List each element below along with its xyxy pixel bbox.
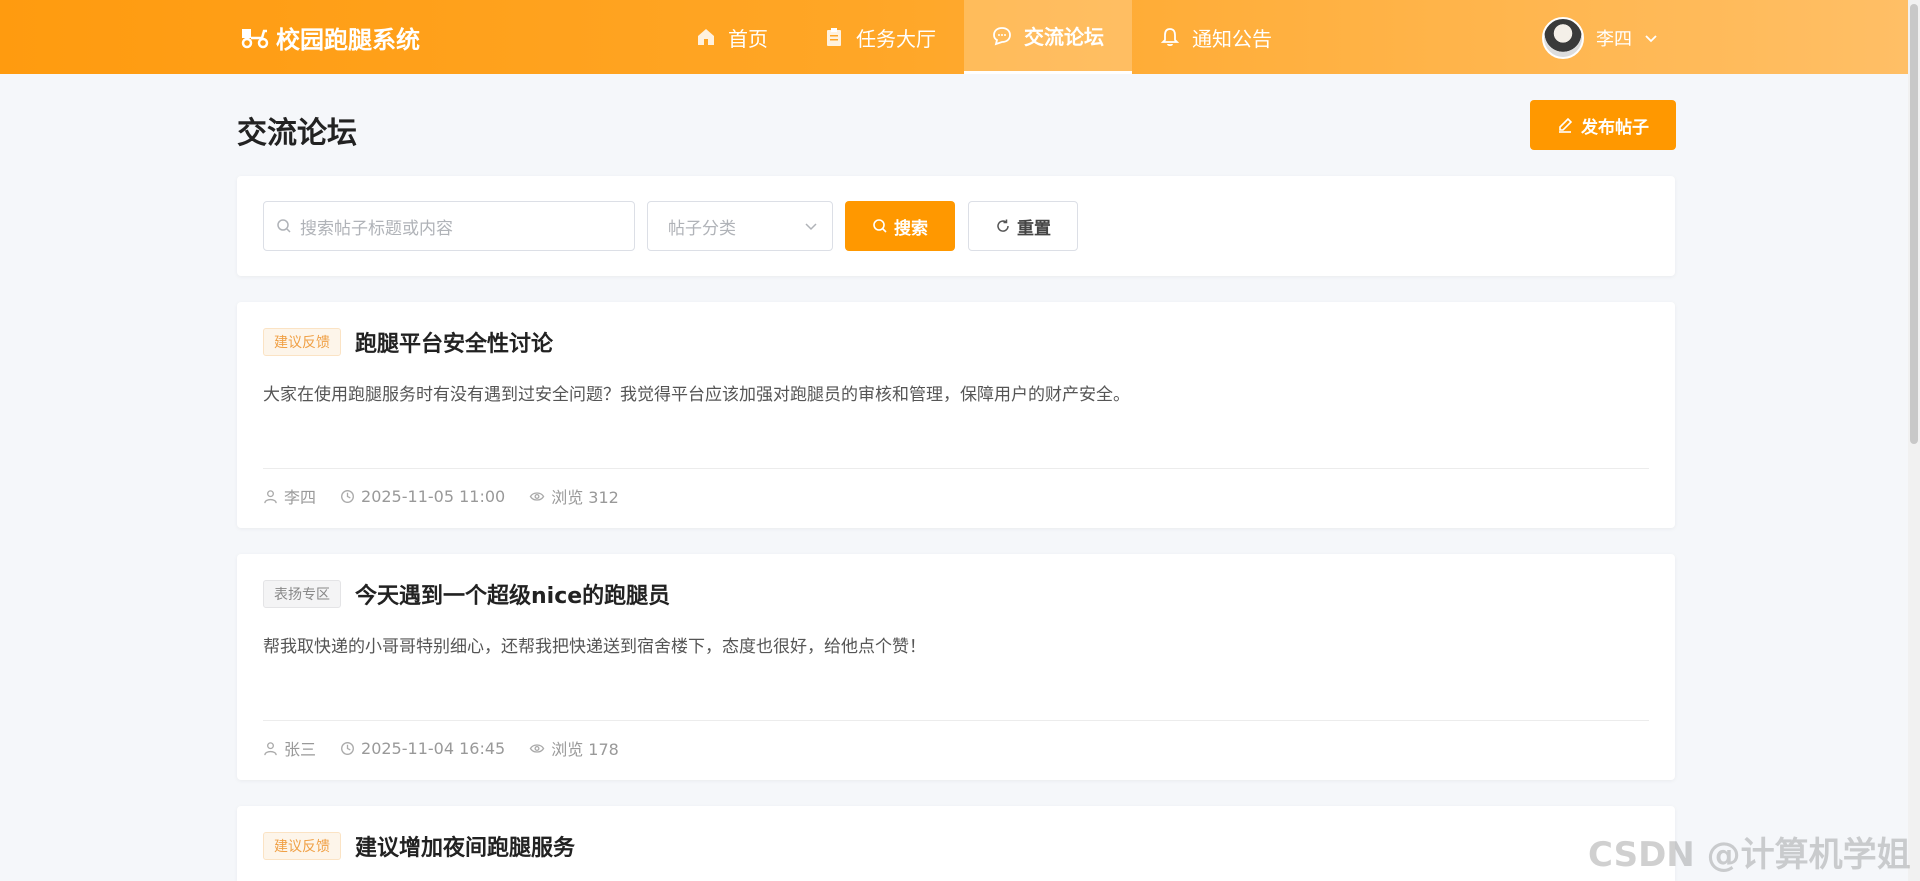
reset-button[interactable]: 重置 [968,201,1078,251]
category-select[interactable]: 帖子分类 [647,201,833,251]
chat-bubble-icon [993,26,1011,45]
watermark: CSDN @计算机学姐 [1588,835,1911,875]
page-title: 交流论坛 [237,116,357,151]
reset-label: 重置 [1017,218,1051,239]
edit-icon [1559,117,1573,133]
publish-post-button[interactable]: 发布帖子 [1530,100,1676,150]
nav-notices[interactable]: 通知公告 [1132,0,1300,74]
search-button[interactable]: 搜索 [845,201,955,251]
post-excerpt: 帮我取快递的小哥哥特别细心，还帮我把快递送到宿舍楼下，态度也很好，给他点个赞！ [263,637,926,657]
nav-label: 交流论坛 [1024,25,1104,49]
avatar[interactable] [1542,17,1584,59]
top-navbar: 校园跑腿系统 首页 任务大厅 交流论坛 通知公告 李四 [0,0,1908,74]
post-views: 浏览 312 [551,488,619,507]
divider [263,468,1649,469]
search-label: 搜索 [894,218,928,239]
publish-label: 发布帖子 [1581,117,1649,138]
post-meta: 李四 2025-11-05 11:00 浏览 312 [263,484,619,508]
search-placeholder: 搜索帖子标题或内容 [300,218,453,239]
user-icon [264,489,277,503]
nav-home[interactable]: 首页 [668,0,796,74]
divider [263,720,1649,721]
search-input[interactable]: 搜索帖子标题或内容 [263,201,635,251]
bell-icon [1160,28,1180,47]
post-card[interactable]: 建议反馈 建议增加夜间跑腿服务 [237,806,1675,881]
post-excerpt: 大家在使用跑腿服务时有没有遇到过安全问题？我觉得平台应该加强对跑腿员的审核和管理… [263,385,1130,405]
post-time: 2025-11-05 11:00 [361,486,506,506]
search-icon [873,219,887,233]
nav-forum[interactable]: 交流论坛 [964,0,1132,74]
post-category-tag: 建议反馈 [263,832,341,860]
eye-icon [529,491,545,501]
nav-label: 任务大厅 [856,26,936,51]
post-card[interactable]: 表扬专区 今天遇到一个超级nice的跑腿员 帮我取快递的小哥哥特别细心，还帮我把… [237,554,1675,780]
app-title: 校园跑腿系统 [276,25,420,54]
post-title[interactable]: 建议增加夜间跑腿服务 [355,830,575,862]
clipboard-icon [827,28,841,46]
refresh-icon [997,219,1009,232]
scooter-icon [240,25,270,49]
post-card[interactable]: 建议反馈 跑腿平台安全性讨论 大家在使用跑腿服务时有没有遇到过安全问题？我觉得平… [237,302,1675,528]
post-views: 浏览 178 [551,740,619,759]
nav-task-hall[interactable]: 任务大厅 [796,0,964,74]
post-author: 李四 [284,488,317,507]
main-nav: 首页 任务大厅 交流论坛 通知公告 [668,0,1300,74]
search-icon [277,219,291,233]
post-author: 张三 [284,740,317,759]
user-name: 李四 [1596,29,1632,50]
post-category-tag: 建议反馈 [263,328,341,356]
chevron-down-icon [1645,35,1657,43]
post-time: 2025-11-04 16:45 [361,738,506,758]
clock-icon [341,489,354,503]
brand[interactable]: 校园跑腿系统 [240,22,420,54]
user-menu[interactable]: 李四 [1542,16,1658,60]
scrollbar-thumb[interactable] [1910,4,1918,444]
post-category-tag: 表扬专区 [263,580,341,608]
scrollbar[interactable] [1908,0,1920,881]
chevron-down-icon [805,223,817,231]
search-panel: 搜索帖子标题或内容 帖子分类 搜索 重置 [237,176,1675,276]
post-title[interactable]: 今天遇到一个超级nice的跑腿员 [355,578,670,610]
post-meta: 张三 2025-11-04 16:45 浏览 178 [263,736,619,760]
eye-icon [529,743,545,753]
clock-icon [341,741,354,755]
home-icon [698,29,714,45]
post-title[interactable]: 跑腿平台安全性讨论 [355,326,553,358]
user-icon [264,741,277,755]
category-placeholder: 帖子分类 [668,218,736,239]
nav-label: 首页 [728,26,768,51]
nav-label: 通知公告 [1192,26,1272,51]
